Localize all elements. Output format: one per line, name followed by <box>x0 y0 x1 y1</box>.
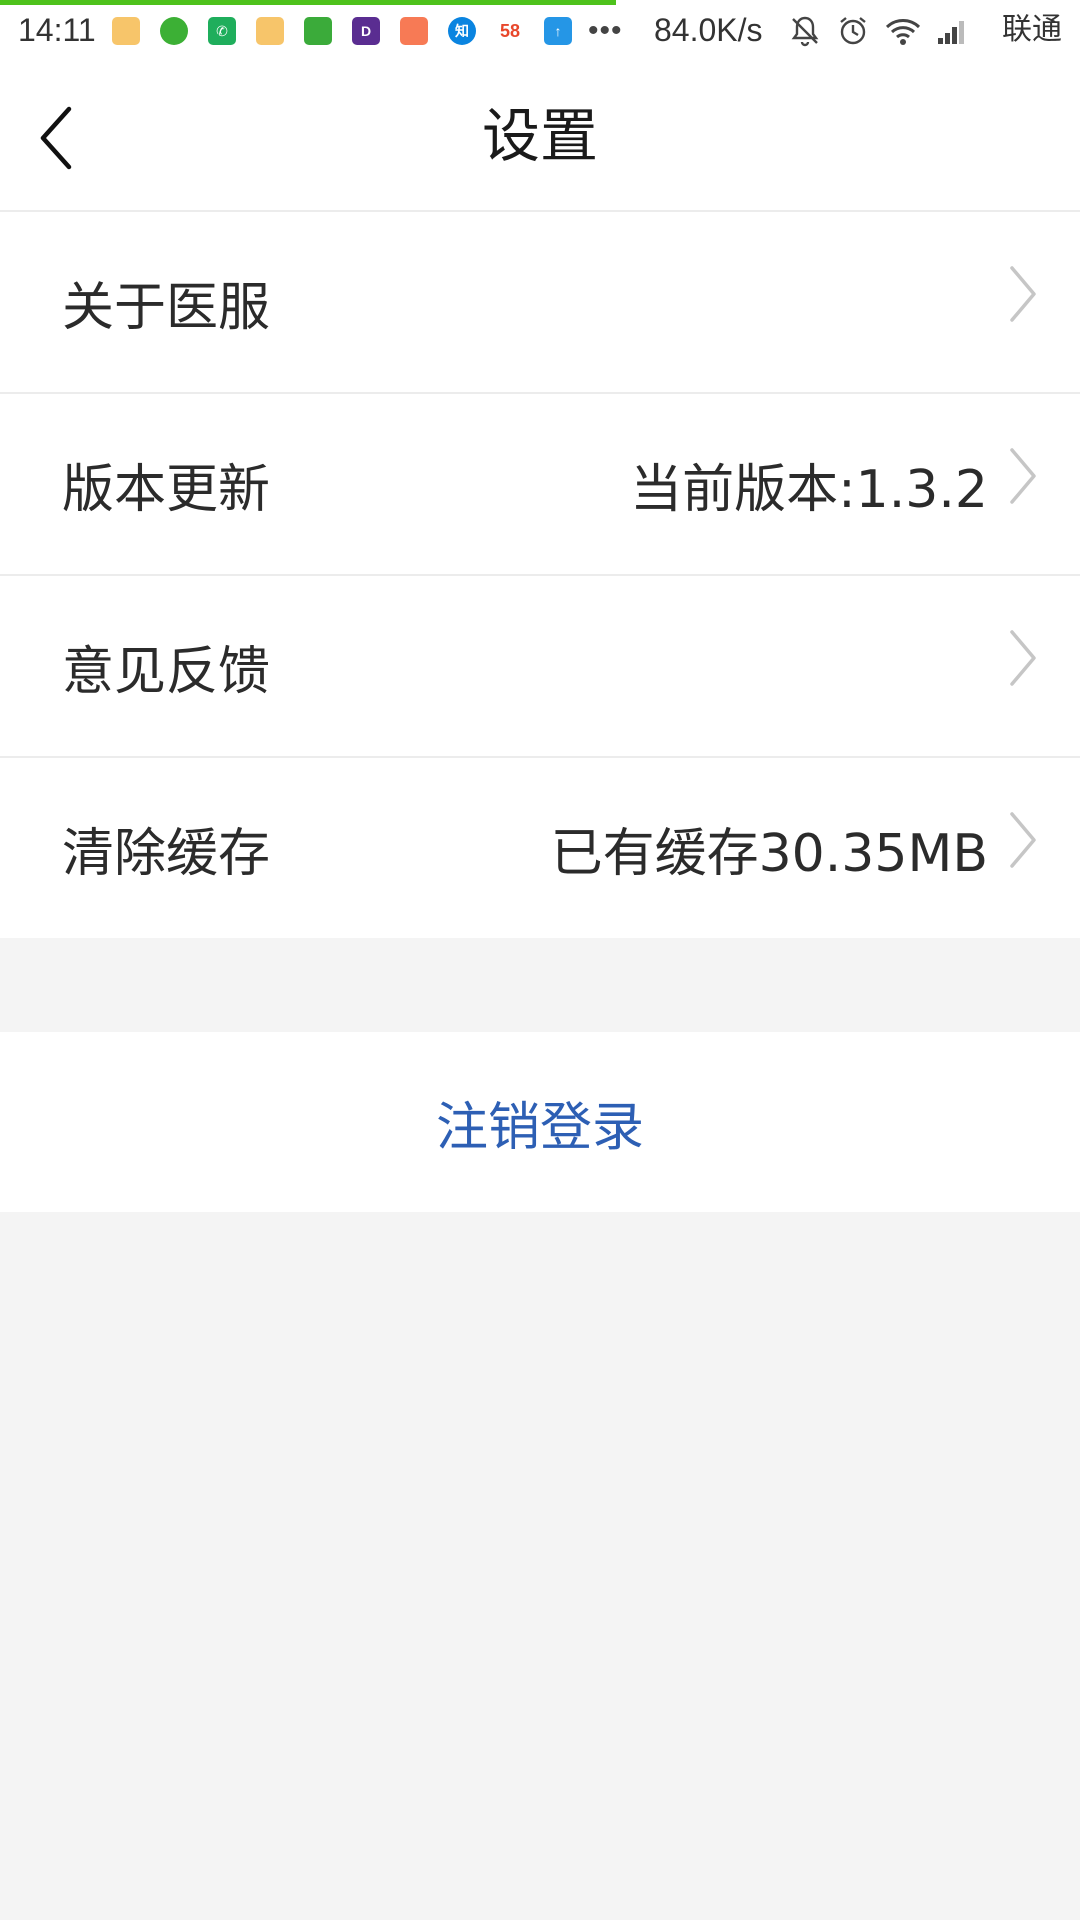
page-load-progress-bar <box>0 0 616 5</box>
notification-icons: ✆ D 知 58 ↑ ••• <box>112 14 623 48</box>
notes-icon <box>256 17 284 45</box>
chevron-left-icon <box>40 106 72 170</box>
carrier-name: 联通 <box>1002 13 1062 46</box>
settings-item-about[interactable]: 关于医服 <box>0 212 1080 394</box>
chevron-right-icon <box>1010 266 1036 322</box>
zhihu-icon-glyph: 知 <box>455 23 469 39</box>
logout-button[interactable]: 注销登录 <box>0 1032 1080 1212</box>
upload-icon-glyph: ↑ <box>554 23 562 39</box>
page-title: 设置 <box>481 102 598 170</box>
purple-app-icon: D <box>352 17 380 45</box>
settings-item-label: 关于医服 <box>62 277 271 338</box>
chevron-right-icon <box>1010 448 1036 504</box>
wechat-icon <box>160 17 188 45</box>
network-speed: 84.0K/s <box>654 12 763 48</box>
settings-item-feedback[interactable]: 意见反馈 <box>0 576 1080 758</box>
settings-item-clear-cache[interactable]: 清除缓存 已有缓存30.35MB <box>0 758 1080 938</box>
status-time: 14:11 <box>18 12 96 48</box>
system-icons <box>788 12 984 50</box>
phone-icon: ✆ <box>208 17 236 45</box>
zhihu-icon: 知 <box>448 17 476 45</box>
settings-item-label: 版本更新 <box>62 459 271 520</box>
mute-icon <box>791 16 819 47</box>
green-app-icon <box>304 17 332 45</box>
alarm-icon <box>840 17 866 45</box>
chevron-right-icon <box>1010 630 1036 686</box>
more-notifications-icon: ••• <box>588 14 623 47</box>
app-header: 设置 <box>0 62 1080 212</box>
upload-icon: ↑ <box>544 17 572 45</box>
settings-list: 关于医服 版本更新 当前版本:1.3.2 意见反馈 清除缓存 已有缓存30.35… <box>0 212 1080 938</box>
status-bar: 14:11 ✆ D 知 58 ↑ ••• 84.0K/s 联通 <box>0 0 1080 62</box>
settings-item-label: 清除缓存 <box>62 823 271 884</box>
cache-size-value: 已有缓存30.35MB <box>550 823 988 884</box>
back-button[interactable] <box>22 98 92 178</box>
signal-icon <box>938 21 964 44</box>
settings-item-label: 意见反馈 <box>62 641 271 702</box>
settings-item-version-update[interactable]: 版本更新 当前版本:1.3.2 <box>0 394 1080 576</box>
58-app-icon-glyph: 58 <box>499 21 521 41</box>
58-app-icon: 58 <box>496 17 524 45</box>
shopping-bag-icon <box>400 17 428 45</box>
wifi-icon <box>885 19 921 45</box>
current-version-value: 当前版本:1.3.2 <box>630 459 988 520</box>
notes-icon <box>112 17 140 45</box>
logout-panel: 注销登录 <box>0 1032 1080 1212</box>
chevron-right-icon <box>1010 812 1036 868</box>
